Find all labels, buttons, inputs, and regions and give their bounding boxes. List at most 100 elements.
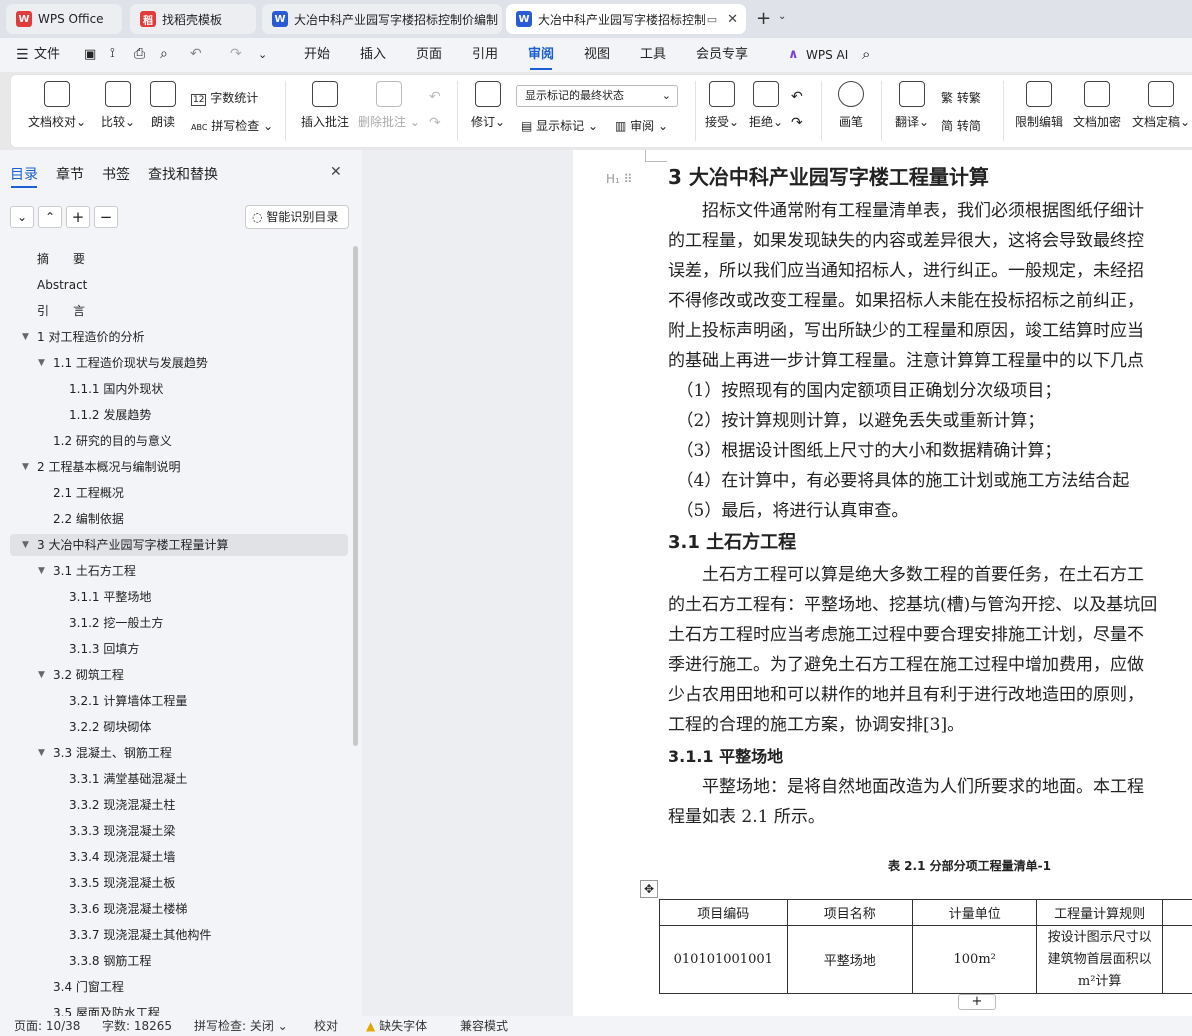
collapse-all-button[interactable]: ⌄ [10,206,34,228]
delete-comment-button[interactable]: 删除批注 ⌄ [357,81,421,130]
toc-item[interactable]: Abstract [37,272,87,298]
new-tab-icon[interactable]: + [756,8,771,29]
revise-button[interactable]: 修订⌄ [465,81,511,130]
hamburger-icon[interactable]: ☰ [16,47,29,63]
toc-item[interactable]: 2.1 工程概况 [53,480,124,506]
toc-expand-icon[interactable]: ▼ [22,332,29,342]
nav-tab-chapter[interactable]: 章节 [56,164,84,184]
menu-file[interactable]: 文件 [34,38,60,72]
preview-icon[interactable]: ⌕ [160,46,168,62]
heading-style-icon[interactable]: H₁ ⠿ [606,172,632,186]
nav-tab-toc[interactable]: 目录 [10,164,38,184]
toc-item[interactable]: 3 大冶中科产业园写字楼工程量计算 [37,532,228,558]
toc-item[interactable]: 3.3.3 现浇混凝土梁 [69,818,175,844]
tab-template[interactable]: 稻 找稻壳模板 [130,4,256,34]
more-chevron-icon[interactable]: ⌄ [258,48,267,61]
menu-home[interactable]: 开始 [304,38,330,72]
toc-item[interactable]: 3.2 砌筑工程 [53,662,124,688]
toc-item[interactable]: 1.2 研究的目的与意义 [53,428,172,454]
tab-document-1[interactable]: W 大冶中科产业园写字楼招标控制价编制 [262,4,502,34]
toc-item[interactable]: 3.3 混凝土、钢筋工程 [53,740,172,766]
save-icon[interactable]: ▣ [84,47,96,62]
next-comment-icon[interactable]: ↷ [429,115,441,131]
menu-reference[interactable]: 引用 [472,38,498,72]
page-indicator[interactable]: 页面: 10/38 [14,1016,80,1036]
menu-member[interactable]: 会员专享 [696,38,748,72]
nav-scrollbar[interactable] [353,246,358,746]
compare-button[interactable]: 比较⌄ [95,81,141,130]
toc-item[interactable]: 摘 要 [37,246,85,272]
menu-view[interactable]: 视图 [584,38,610,72]
menu-tools[interactable]: 工具 [640,38,666,72]
toc-item[interactable]: 3.3.5 现浇混凝土板 [69,870,175,896]
toc-item[interactable]: 1 对工程造价的分析 [37,324,144,350]
smart-toc-button[interactable]: ◌ 智能识别目录 [245,205,349,229]
toc-item[interactable]: 3.2.2 砌块砌体 [69,714,151,740]
toc-item[interactable]: 1.1.1 国内外现状 [69,376,163,402]
to-traditional-button[interactable]: 繁 转繁 [941,89,981,106]
proof-status[interactable]: 校对 [314,1016,338,1036]
redo-icon[interactable]: ↷ [230,46,242,62]
menu-page[interactable]: 页面 [416,38,442,72]
toc-item[interactable]: 3.3.1 满堂基础混凝土 [69,766,187,792]
toc-expand-icon[interactable]: ▼ [38,566,45,576]
spell-check-status[interactable]: 拼写检查: 关闭 ⌄ [194,1016,288,1036]
chevron-down-icon[interactable]: ⌄ [778,11,786,22]
to-simplified-button[interactable]: 简 转简 [941,117,981,134]
finalize-button[interactable]: 文档定稿⌄ [1129,81,1192,130]
toc-expand-icon[interactable]: ▼ [22,540,29,550]
share-icon[interactable]: ⟟ [110,46,115,61]
toc-item[interactable]: 3.4 门窗工程 [53,974,124,1000]
toc-item[interactable]: 3.2.1 计算墙体工程量 [69,688,187,714]
missing-font-status[interactable]: ▲ 缺失字体 [366,1016,427,1036]
toc-item[interactable]: 3.3.4 现浇混凝土墙 [69,844,175,870]
toc-item[interactable]: 1.1.2 发展趋势 [69,402,151,428]
show-mark-button[interactable]: ▤ 显示标记 ⌄ [521,117,598,134]
prev-revision-icon[interactable]: ↶ [791,89,803,105]
toc-expand-icon[interactable]: ▼ [38,670,45,680]
expand-up-button[interactable]: ⌃ [38,206,62,228]
nav-tab-bookmark[interactable]: 书签 [102,164,130,184]
word-count-indicator[interactable]: 字数: 18265 [102,1016,172,1036]
doc-check-button[interactable]: 文档校对⌄ [27,81,87,130]
toc-item[interactable]: 3.3.8 钢筋工程 [69,948,151,974]
table-move-handle-icon[interactable]: ✥ [640,880,658,898]
accept-button[interactable]: 接受⌄ [699,81,745,130]
menu-wps-ai[interactable]: WPS AI [806,38,848,72]
undo-icon[interactable]: ↶ [190,46,202,62]
toc-expand-icon[interactable]: ▼ [22,462,29,472]
word-count-button[interactable]: 12 字数统计 [191,89,258,106]
toc-item[interactable]: 3.3.6 现浇混凝土楼梯 [69,896,187,922]
mark-state-select[interactable]: 显示标记的最终状态 ⌄ [516,85,678,107]
toc-item[interactable]: 3.1.2 挖一般土方 [69,610,163,636]
toc-item[interactable]: 3.3.2 现浇混凝土柱 [69,792,175,818]
toc-item[interactable]: 1.1 工程造价现状与发展趋势 [53,350,208,376]
close-pane-icon[interactable]: ✕ [330,164,342,180]
toc-item[interactable]: 2.2 编制依据 [53,506,124,532]
toc-item[interactable]: 引 言 [37,298,85,324]
spell-check-button[interactable]: ABC 拼写检查 ⌄ [191,117,273,134]
toc-expand-icon[interactable]: ▼ [38,358,45,368]
next-revision-icon[interactable]: ↷ [791,115,803,131]
read-aloud-button[interactable]: 朗读 [145,81,181,130]
print-icon[interactable]: ⎙ [134,46,145,62]
encrypt-button[interactable]: 文档加密 [1069,81,1125,130]
close-tab-icon[interactable]: ✕ [727,12,738,27]
toc-expand-icon[interactable]: ▼ [38,748,45,758]
menu-review[interactable]: 审阅 [528,38,554,72]
add-row-button[interactable]: + [958,994,996,1010]
pen-button[interactable]: 画笔 [831,81,871,130]
insert-comment-button[interactable]: 插入批注 [295,81,355,130]
toc-item[interactable]: 3.1 土石方工程 [53,558,136,584]
toc-item[interactable]: 3.1.3 回填方 [69,636,139,662]
toc-item[interactable]: 3.3.7 现浇混凝土其他构件 [69,922,211,948]
add-heading-button[interactable]: + [66,206,90,228]
monitor-icon[interactable]: ▭ [707,13,717,26]
tab-wps-office[interactable]: W WPS Office [6,4,122,34]
translate-button[interactable]: 翻译⌄ [889,81,935,130]
reject-button[interactable]: 拒绝⌄ [743,81,789,130]
toc-item[interactable]: 3.1.1 平整场地 [69,584,151,610]
prev-comment-icon[interactable]: ↶ [429,89,441,105]
nav-tab-find-replace[interactable]: 查找和替换 [148,164,218,184]
remove-heading-button[interactable]: − [94,206,118,228]
